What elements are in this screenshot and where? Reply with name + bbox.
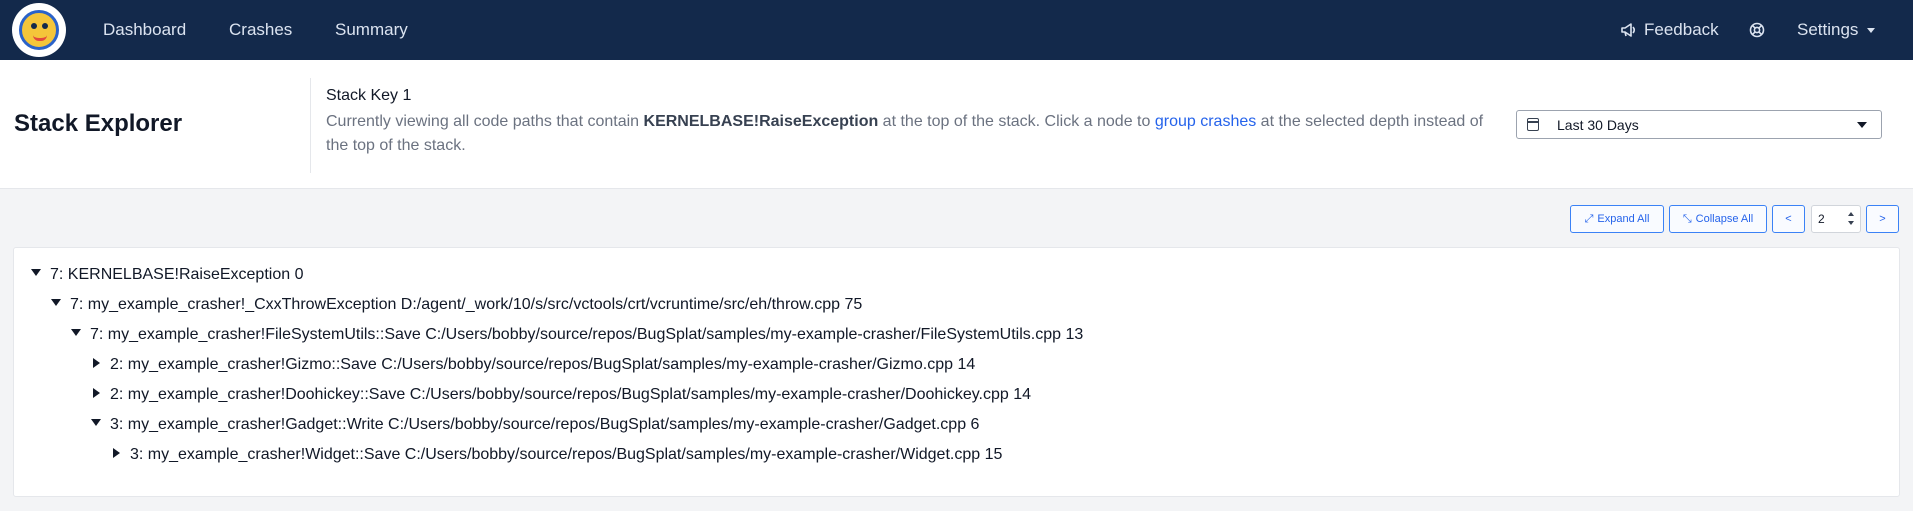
tree-node[interactable]: 3: my_example_crasher!Gadget::Write C:/U…	[91, 413, 979, 437]
expand-all-label: Expand All	[1597, 213, 1650, 225]
expand-all-button[interactable]: ⤢ Expand All	[1570, 205, 1664, 233]
tree-node-label: 2: my_example_crasher!Doohickey::Save C:…	[110, 386, 1032, 403]
nav-crashes[interactable]: Crashes	[229, 0, 292, 60]
settings-label: Settings	[1797, 20, 1859, 39]
tree-node-label: 3: my_example_crasher!Gadget::Write C:/U…	[110, 416, 980, 433]
page-title: Stack Explorer	[14, 110, 183, 137]
nav-summary[interactable]: Summary	[335, 0, 408, 60]
depth-stepper-icon[interactable]	[1848, 211, 1856, 227]
feedback-button[interactable]: Feedback	[1620, 0, 1719, 60]
feedback-label: Feedback	[1644, 20, 1719, 39]
toggle-expanded-icon[interactable]	[31, 269, 41, 277]
lifebuoy-icon	[1749, 22, 1765, 38]
tree-node[interactable]: 7: KERNELBASE!RaiseException 0	[31, 263, 303, 287]
desc-function: KERNELBASE!RaiseException	[643, 113, 879, 130]
header-divider	[310, 78, 311, 173]
tree-node[interactable]: 7: my_example_crasher!FileSystemUtils::S…	[71, 323, 1083, 347]
collapse-arrows-icon: ⤡	[1682, 212, 1692, 225]
date-range-select[interactable]: Last 30 Days	[1516, 110, 1882, 139]
toggle-expanded-icon[interactable]	[71, 329, 81, 337]
tree-node-label: 3: my_example_crasher!Widget::Save C:/Us…	[130, 446, 1003, 463]
tree-node-label: 7: my_example_crasher!_CxxThrowException…	[70, 296, 863, 313]
chevron-down-icon	[1867, 27, 1876, 33]
caret-down-icon	[1857, 122, 1867, 128]
tree-node-label: 2: my_example_crasher!Gizmo::Save C:/Use…	[110, 356, 976, 373]
tree-node-label: 7: my_example_crasher!FileSystemUtils::S…	[90, 326, 1084, 343]
tree-node[interactable]: 2: my_example_crasher!Doohickey::Save C:…	[91, 383, 1031, 407]
group-crashes-link[interactable]: group crashes	[1155, 113, 1256, 130]
stack-key-label: Stack Key 1	[326, 87, 412, 104]
top-navbar: Dashboard Crashes Summary Feedback Setti…	[0, 0, 1913, 60]
help-button[interactable]	[1749, 0, 1765, 60]
collapse-all-label: Collapse All	[1695, 213, 1754, 225]
stack-description: Currently viewing all code paths that co…	[326, 110, 1486, 158]
tree-node-label: 7: KERNELBASE!RaiseException 0	[50, 266, 304, 283]
bugsplat-logo[interactable]	[12, 3, 66, 57]
nav-dashboard[interactable]: Dashboard	[103, 0, 186, 60]
depth-prev-button[interactable]: <	[1772, 205, 1805, 233]
expand-arrows-icon: ⤢	[1584, 212, 1594, 225]
toggle-collapsed-icon[interactable]	[113, 447, 120, 458]
date-range-value: Last 30 Days	[1557, 117, 1639, 133]
settings-dropdown[interactable]: Settings	[1797, 0, 1876, 60]
logo-mascot-icon	[19, 10, 59, 50]
depth-next-button[interactable]: >	[1866, 205, 1899, 233]
toggle-expanded-icon[interactable]	[51, 299, 61, 307]
desc-prefix: Currently viewing all code paths that co…	[326, 113, 644, 130]
toggle-collapsed-icon[interactable]	[93, 357, 100, 368]
toggle-collapsed-icon[interactable]	[93, 387, 100, 398]
tree-node[interactable]: 7: my_example_crasher!_CxxThrowException…	[51, 293, 862, 317]
tree-node[interactable]: 2: my_example_crasher!Gizmo::Save C:/Use…	[91, 353, 975, 377]
collapse-all-button[interactable]: ⤡ Collapse All	[1669, 205, 1767, 233]
stack-tree-panel: 7: KERNELBASE!RaiseException 0 7: my_exa…	[13, 247, 1900, 497]
desc-middle: at the top of the stack. Click a node to	[878, 113, 1155, 130]
page-header: Stack Explorer Stack Key 1 Currently vie…	[0, 60, 1913, 189]
toggle-expanded-icon[interactable]	[91, 419, 101, 427]
tree-node[interactable]: 3: my_example_crasher!Widget::Save C:/Us…	[111, 443, 1002, 467]
megaphone-icon	[1621, 23, 1636, 37]
calendar-icon	[1527, 118, 1539, 131]
